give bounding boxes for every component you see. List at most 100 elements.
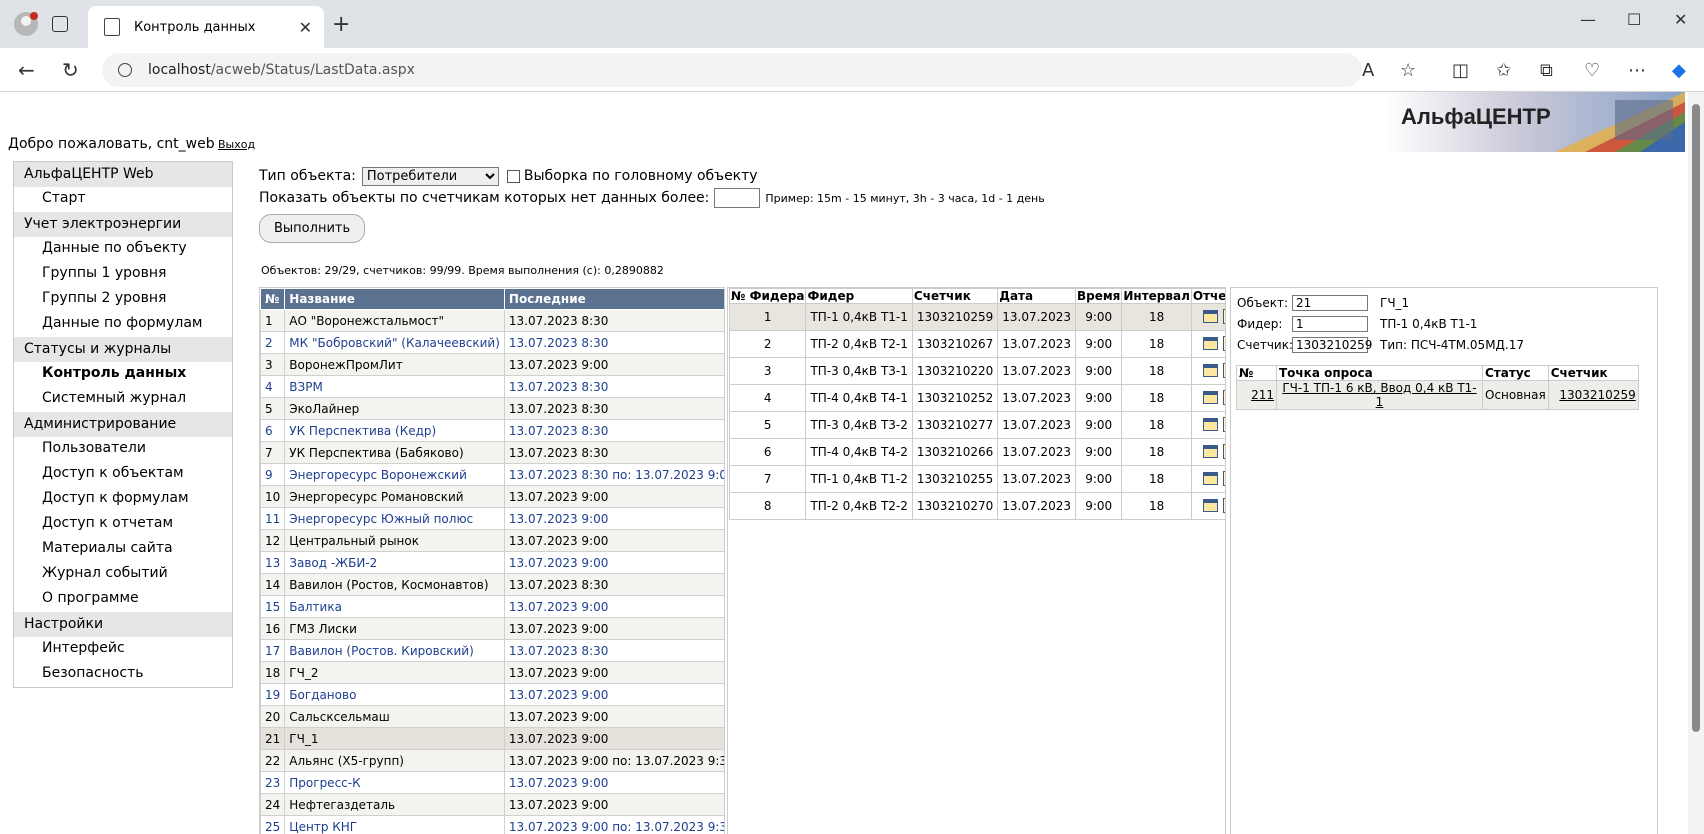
report-clipboard-icon[interactable]: [1223, 443, 1225, 459]
object-row[interactable]: 13 Завод -ЖБИ-2 13.07.2023 9:00: [260, 551, 724, 574]
minimize-icon[interactable]: —: [1580, 10, 1596, 29]
object-type-select[interactable]: Потребители: [361, 166, 499, 186]
split-screen-icon[interactable]: ◫: [1452, 60, 1469, 81]
report-calendar-icon[interactable]: [1203, 471, 1219, 485]
object-row[interactable]: 18 ГЧ_2 13.07.2023 9:00: [260, 661, 724, 684]
nodata-input[interactable]: [714, 188, 761, 208]
object-row[interactable]: 9 Энергоресурс Воронежский 13.07.2023 8:30…: [260, 463, 724, 486]
objects-column-header[interactable]: №: [260, 288, 286, 310]
menu-item[interactable]: Безопасность: [14, 662, 232, 687]
objects-column-header[interactable]: Название: [284, 288, 505, 310]
poll-point-row[interactable]: 211 ГЧ-1 ТП-1 6 кВ, Ввод 0,4 кВ Т1-1 Основ…: [1236, 380, 1639, 410]
report-calendar-icon[interactable]: [1203, 363, 1219, 377]
poll-point-cell[interactable]: 211: [1236, 380, 1277, 410]
menu-item[interactable]: Системный журнал: [14, 387, 232, 412]
object-row[interactable]: 2 МК "Бобровский" (Калачеевский) 13.07.202…: [260, 331, 724, 354]
url-input[interactable]: localhost/acweb/Status/LastData.aspx: [102, 53, 1362, 87]
object-row[interactable]: 15 Балтика 13.07.2023 9:00: [260, 595, 724, 618]
menu-item[interactable]: О программе: [14, 587, 232, 612]
object-row[interactable]: 12 Центральный рынок 13.07.2023 9:00: [260, 529, 724, 552]
object-row[interactable]: 7 УК Перспектива (Бабяково) 13.07.2023 8:3…: [260, 441, 724, 464]
feeder-id-field[interactable]: 1: [1292, 316, 1368, 332]
menu-item[interactable]: Доступ к формулам: [14, 487, 232, 512]
menu-item[interactable]: Группы 2 уровня: [14, 287, 232, 312]
feeder-row[interactable]: 5 ТП-3 0,4кВ Т3-2 1303210277 13.07.2023 9:00…: [728, 411, 1225, 439]
object-row[interactable]: 4 ВЗРМ 13.07.2023 8:30: [260, 375, 724, 398]
report-clipboard-icon[interactable]: [1223, 362, 1225, 378]
object-id-field[interactable]: 21: [1292, 295, 1368, 311]
poll-point-cell[interactable]: 1303210259: [1547, 380, 1639, 410]
object-row[interactable]: 20 Сальсксельмаш 13.07.2023 9:00: [260, 705, 724, 728]
new-tab-icon[interactable]: +: [332, 12, 350, 37]
menu-item[interactable]: Материалы сайта: [14, 537, 232, 562]
feeder-row[interactable]: 2 ТП-2 0,4кВ Т2-1 1303210267 13.07.2023 9:00…: [728, 330, 1225, 358]
feeder-row[interactable]: 8 ТП-2 0,4кВ Т2-2 1303210270 13.07.2023 9:00…: [728, 492, 1225, 520]
object-row[interactable]: 25 Центр КНГ 13.07.2023 9:00 по: 13.07.202…: [260, 815, 724, 834]
object-row[interactable]: 16 ГМЗ Лиски 13.07.2023 9:00: [260, 617, 724, 640]
more-icon[interactable]: ⋯: [1628, 60, 1646, 81]
feeder-row[interactable]: 4 ТП-4 0,4кВ Т4-1 1303210252 13.07.2023 9:00…: [728, 384, 1225, 412]
feeder-row[interactable]: 3 ТП-3 0,4кВ Т3-1 1303210220 13.07.2023 9:00…: [728, 357, 1225, 385]
read-aloud-icon[interactable]: A: [1362, 60, 1374, 81]
report-clipboard-icon[interactable]: [1223, 497, 1225, 513]
menu-item[interactable]: Данные по объекту: [14, 237, 232, 262]
menu-item[interactable]: Доступ к объектам: [14, 462, 232, 487]
feeder-row[interactable]: 7 ТП-1 0,4кВ Т1-2 1303210255 13.07.2023 9:00…: [728, 465, 1225, 493]
favorite-icon[interactable]: ☆: [1400, 60, 1416, 81]
menu-item[interactable]: Интерфейс: [14, 637, 232, 662]
object-row[interactable]: 21 ГЧ_1 13.07.2023 9:00: [260, 727, 724, 750]
menu-item[interactable]: Данные по формулам: [14, 312, 232, 337]
object-row[interactable]: 17 Вавилон (Ростов. Кировский) 13.07.2023 …: [260, 639, 724, 662]
menu-item[interactable]: Группы 1 уровня: [14, 262, 232, 287]
object-row[interactable]: 1 АО "Воронежстальмост" 13.07.2023 8:30: [260, 309, 724, 332]
run-button[interactable]: Выполнить: [259, 214, 366, 243]
report-calendar-icon[interactable]: [1203, 417, 1219, 431]
close-tab-icon[interactable]: ✕: [299, 18, 312, 37]
scrollbar-thumb[interactable]: [1692, 104, 1700, 732]
menu-item[interactable]: Доступ к отчетам: [14, 512, 232, 537]
poll-point-cell[interactable]: ГЧ-1 ТП-1 6 кВ, Ввод 0,4 кВ Т1-1: [1276, 380, 1483, 410]
feeder-row[interactable]: 1 ТП-1 0,4кВ Т1-1 1303210259 13.07.2023 9:00…: [728, 303, 1225, 331]
object-row[interactable]: 10 Энергоресурс Романовский 13.07.2023 9:0…: [260, 485, 724, 508]
object-row[interactable]: 6 УК Перспектива (Кедр) 13.07.2023 8:30: [260, 419, 724, 442]
object-row[interactable]: 14 Вавилон (Ростов, Космонавтов) 13.07.202…: [260, 573, 724, 596]
browser-tab[interactable]: Контроль данных ✕: [88, 6, 324, 48]
report-calendar-icon[interactable]: [1203, 336, 1219, 350]
back-icon[interactable]: ←: [18, 58, 35, 82]
report-calendar-icon[interactable]: [1203, 390, 1219, 404]
logout-link[interactable]: Выход: [218, 138, 255, 151]
report-clipboard-icon[interactable]: [1223, 335, 1225, 351]
object-row[interactable]: 11 Энергоресурс Южный полюс 13.07.2023 9:0…: [260, 507, 724, 530]
feeder-row[interactable]: 6 ТП-4 0,4кВ Т4-2 1303210266 13.07.2023 9:00…: [728, 438, 1225, 466]
site-info-icon[interactable]: [118, 63, 132, 77]
report-calendar-icon[interactable]: [1203, 498, 1219, 512]
objects-column-header[interactable]: Последние: [503, 288, 724, 310]
copilot-icon[interactable]: ◆: [1672, 60, 1686, 81]
maximize-icon[interactable]: ☐: [1627, 10, 1641, 29]
object-row[interactable]: 5 ЭкоЛайнер 13.07.2023 8:30: [260, 397, 724, 420]
report-clipboard-icon[interactable]: [1223, 308, 1225, 324]
report-calendar-icon[interactable]: [1203, 444, 1219, 458]
object-row[interactable]: 3 ВоронежПромЛит 13.07.2023 9:00: [260, 353, 724, 376]
close-window-icon[interactable]: ✕: [1674, 10, 1687, 29]
object-row[interactable]: 23 Прогресс-К 13.07.2023 9:00: [260, 771, 724, 794]
menu-item[interactable]: Пользователи: [14, 437, 232, 462]
head-object-checkbox[interactable]: [506, 169, 520, 183]
refresh-icon[interactable]: ↻: [62, 58, 79, 82]
tabs-icon[interactable]: [52, 16, 68, 32]
object-row[interactable]: 19 Богданово 13.07.2023 9:00: [260, 683, 724, 706]
report-calendar-icon[interactable]: [1203, 309, 1219, 323]
menu-item[interactable]: Старт: [14, 187, 232, 212]
report-clipboard-icon[interactable]: [1223, 416, 1225, 432]
menu-item[interactable]: Контроль данных: [14, 362, 232, 387]
report-clipboard-icon[interactable]: [1223, 470, 1225, 486]
meter-id-field[interactable]: 1303210259: [1292, 337, 1372, 353]
report-clipboard-icon[interactable]: [1223, 389, 1225, 405]
object-row[interactable]: 22 Альянс (Х5-групп) 13.07.2023 9:00 по: 1…: [260, 749, 724, 772]
health-icon[interactable]: ♡: [1584, 60, 1600, 81]
object-row[interactable]: 24 Нефтегаздеталь 13.07.2023 9:00: [260, 793, 724, 816]
favorites-icon[interactable]: ✩: [1496, 60, 1511, 81]
page-scrollbar[interactable]: [1688, 92, 1704, 834]
collections-icon[interactable]: ⧉: [1540, 60, 1553, 81]
menu-item[interactable]: Журнал событий: [14, 562, 232, 587]
